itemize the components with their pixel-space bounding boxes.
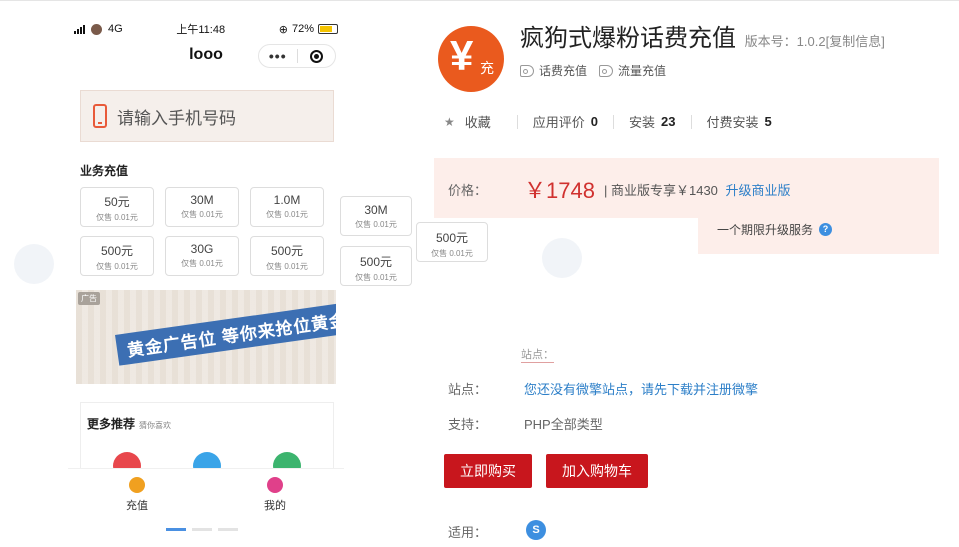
logo-tag: 充: [480, 60, 494, 76]
install-label: 安装: [629, 115, 656, 130]
service-text: 一个期限升级服务: [717, 223, 814, 237]
price-value: ￥1748: [524, 178, 595, 203]
package-item[interactable]: 30M 仅售 0.01元: [165, 187, 239, 227]
business-price-row: | 商业版专享￥1430 升级商业版: [604, 180, 791, 199]
battery-percent: 72%: [291, 23, 314, 35]
paid-install-count: 5: [764, 114, 772, 129]
add-to-cart-button[interactable]: 加入购物车: [546, 454, 648, 488]
app-logo: ¥ 充: [438, 26, 504, 92]
upgrade-service: 一个期限升级服务 ?: [717, 221, 833, 238]
package-item[interactable]: 500元 仅售 0.01元: [250, 236, 324, 276]
rating-count: 0: [590, 114, 599, 129]
floating-package: 500元 仅售 0.01元: [340, 246, 412, 286]
prev-arrow-icon[interactable]: [14, 244, 54, 284]
signal-icon: [74, 24, 85, 34]
recharge-icon: [129, 477, 145, 493]
more-title: 更多推荐: [87, 417, 136, 431]
more-recommend: 更多推荐 猜你喜欢: [80, 402, 334, 480]
package-item[interactable]: 30G 仅售 0.01元: [165, 236, 239, 276]
rating-label: 应用评价: [532, 115, 585, 130]
more-subtitle: 猜你喜欢: [139, 421, 172, 430]
tab-bar: 充值 我的: [68, 468, 344, 520]
avatar-icon: [91, 23, 102, 35]
product-title: 疯狗式爆粉话费充值: [520, 25, 736, 52]
ad-label: 广告: [78, 292, 100, 305]
pager-dot[interactable]: [166, 528, 186, 531]
miniprogram-icon: S: [526, 520, 546, 540]
user-icon: [267, 477, 283, 493]
phone-number-input[interactable]: 请输入手机号码: [80, 90, 334, 142]
upgrade-business-link[interactable]: 升级商业版: [726, 183, 791, 198]
package-item[interactable]: 1.0M 仅售 0.01元: [250, 187, 324, 227]
tag-list: 话费充值 流量充值: [520, 62, 666, 79]
phone-input-placeholder: 请输入手机号码: [117, 108, 236, 128]
site-label: 站点：: [448, 382, 488, 397]
network-label: 4G: [108, 23, 123, 35]
install-count: 23: [661, 114, 676, 129]
applicable-label: 适用：: [448, 525, 488, 540]
mobile-phone-icon: [93, 104, 107, 128]
tab-mine-label: 我的: [264, 500, 286, 512]
stats-row: ★ 收藏 应用评价 0 安装 23 付费安装 5: [444, 112, 772, 131]
buy-now-button[interactable]: 立即购买: [444, 454, 532, 488]
status-time: 上午11:48: [176, 24, 226, 36]
rotation-lock-icon: ⊕: [278, 23, 288, 36]
more-dots-icon[interactable]: •••: [259, 48, 297, 64]
tab-recharge-label: 充值: [126, 500, 148, 512]
star-icon[interactable]: ★: [444, 115, 455, 129]
help-icon[interactable]: ?: [819, 223, 833, 236]
price-label: 价格：: [448, 183, 488, 198]
version-info[interactable]: 版本号：1.0.2[复制信息]: [745, 34, 885, 49]
business-price: | 商业版专享￥1430: [604, 183, 718, 198]
package-grid: 50元 仅售 0.01元 30M 仅售 0.01元 1.0M 仅售 0.01元 500…: [80, 187, 344, 276]
top-divider: [0, 0, 959, 1]
recharge-section-title: 业务充值: [80, 164, 129, 178]
tab-mine[interactable]: 我的: [206, 469, 344, 520]
floating-package: 30M 仅售 0.01元: [340, 196, 412, 236]
mini-nav-bar: looo •••: [68, 44, 344, 70]
favorite-label[interactable]: 收藏: [465, 112, 491, 131]
battery-icon: [318, 24, 338, 34]
tag-item[interactable]: 话费充值: [520, 62, 587, 79]
site-label-faded: 站点：: [521, 346, 554, 363]
phone-preview: 4G 上午11:48 ⊕ 72% looo ••• 请输入手机号码 业务充值 5…: [68, 14, 344, 520]
paid-install-label: 付费安装: [706, 115, 759, 130]
tag-icon: [599, 64, 614, 77]
support-label: 支持：: [448, 417, 488, 432]
package-item[interactable]: 50元 仅售 0.01元: [80, 187, 154, 227]
yuan-symbol: ¥: [450, 32, 474, 79]
site-register-link[interactable]: 您还没有微擎站点，请先下载并注册微擎: [524, 379, 758, 398]
status-bar: 4G 上午11:48 ⊕ 72%: [68, 14, 344, 44]
capsule-menu[interactable]: •••: [258, 44, 336, 68]
tab-recharge[interactable]: 充值: [68, 469, 206, 520]
next-arrow-icon[interactable]: [542, 238, 582, 278]
floating-package: 500元 仅售 0.01元: [416, 222, 488, 262]
ad-banner[interactable]: 广告 黄金广告位 等你来抢位黄金: [76, 290, 336, 384]
close-target-icon[interactable]: [298, 49, 336, 63]
support-value: PHP全部类型: [524, 417, 603, 432]
carousel-pager: [166, 528, 238, 531]
pager-dot[interactable]: [192, 528, 212, 531]
product-title-row: 疯狗式爆粉话费充值 版本号：1.0.2[复制信息]: [520, 18, 885, 53]
tag-icon: [520, 64, 534, 77]
tag-item[interactable]: 流量充值: [599, 62, 666, 79]
pager-dot[interactable]: [218, 528, 238, 531]
package-item[interactable]: 500元 仅售 0.01元: [80, 236, 154, 276]
